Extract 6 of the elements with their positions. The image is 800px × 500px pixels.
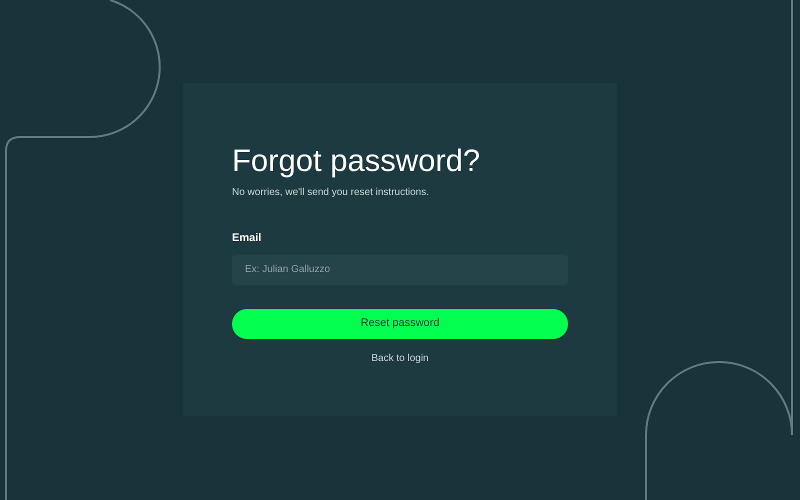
email-label: Email — [232, 231, 262, 246]
back-to-login-link[interactable]: Back to login — [371, 350, 429, 366]
page-title: Forgot password? — [232, 143, 482, 179]
reset-password-button[interactable]: Reset password — [232, 308, 568, 338]
subtitle-text: No worries, we'll send you reset instructions. — [232, 186, 430, 200]
email-field[interactable]: Ex: Julian Galluzzo — [232, 254, 568, 284]
